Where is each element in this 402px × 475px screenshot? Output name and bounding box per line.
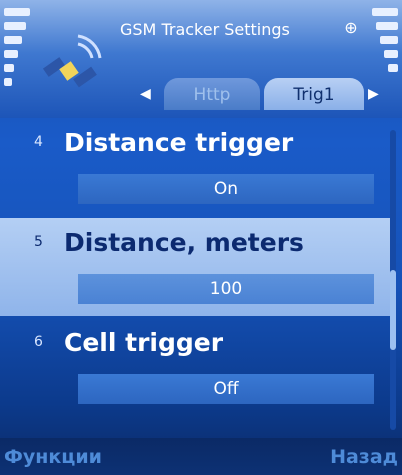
tab-bar: ◀ Http Trig1 ▶ <box>130 78 400 112</box>
setting-label: Cell trigger <box>64 328 224 357</box>
settings-list: 4 Distance trigger On 5 Distance, meters… <box>0 118 402 438</box>
options-softkey[interactable]: Функции <box>4 446 102 468</box>
setting-value[interactable]: On <box>78 174 374 204</box>
scrollbar-thumb[interactable] <box>390 270 396 350</box>
phone-screen: GSM Tracker Settings ⊕ ◀ Http Trig1 ▶ 4 … <box>0 0 402 475</box>
app-title: GSM Tracker Settings <box>120 20 290 39</box>
gps-indicator-icon: ⊕ <box>344 18 358 37</box>
tab-http[interactable]: Http <box>164 78 260 110</box>
tab-right-arrow-icon[interactable]: ▶ <box>368 86 379 102</box>
setting-number: 5 <box>34 234 43 250</box>
setting-distance-meters[interactable]: 5 Distance, meters 100 <box>0 218 392 316</box>
signal-strength-icon <box>4 8 30 118</box>
status-header: GSM Tracker Settings ⊕ ◀ Http Trig1 ▶ <box>0 0 402 118</box>
setting-number: 6 <box>34 334 43 350</box>
setting-label: Distance trigger <box>64 128 294 157</box>
scrollbar[interactable] <box>390 130 396 430</box>
setting-number: 4 <box>34 134 43 150</box>
setting-label: Distance, meters <box>64 228 304 257</box>
setting-distance-trigger[interactable]: 4 Distance trigger On <box>0 118 392 218</box>
tab-left-arrow-icon[interactable]: ◀ <box>140 86 151 102</box>
setting-cell-trigger[interactable]: 6 Cell trigger Off <box>0 316 392 426</box>
tab-trig1[interactable]: Trig1 <box>264 78 364 110</box>
setting-value[interactable]: 100 <box>78 274 374 304</box>
back-softkey[interactable]: Назад <box>330 446 398 468</box>
satellite-icon <box>42 34 102 88</box>
setting-value[interactable]: Off <box>78 374 374 404</box>
softkey-bar: Функции Назад <box>0 438 402 475</box>
